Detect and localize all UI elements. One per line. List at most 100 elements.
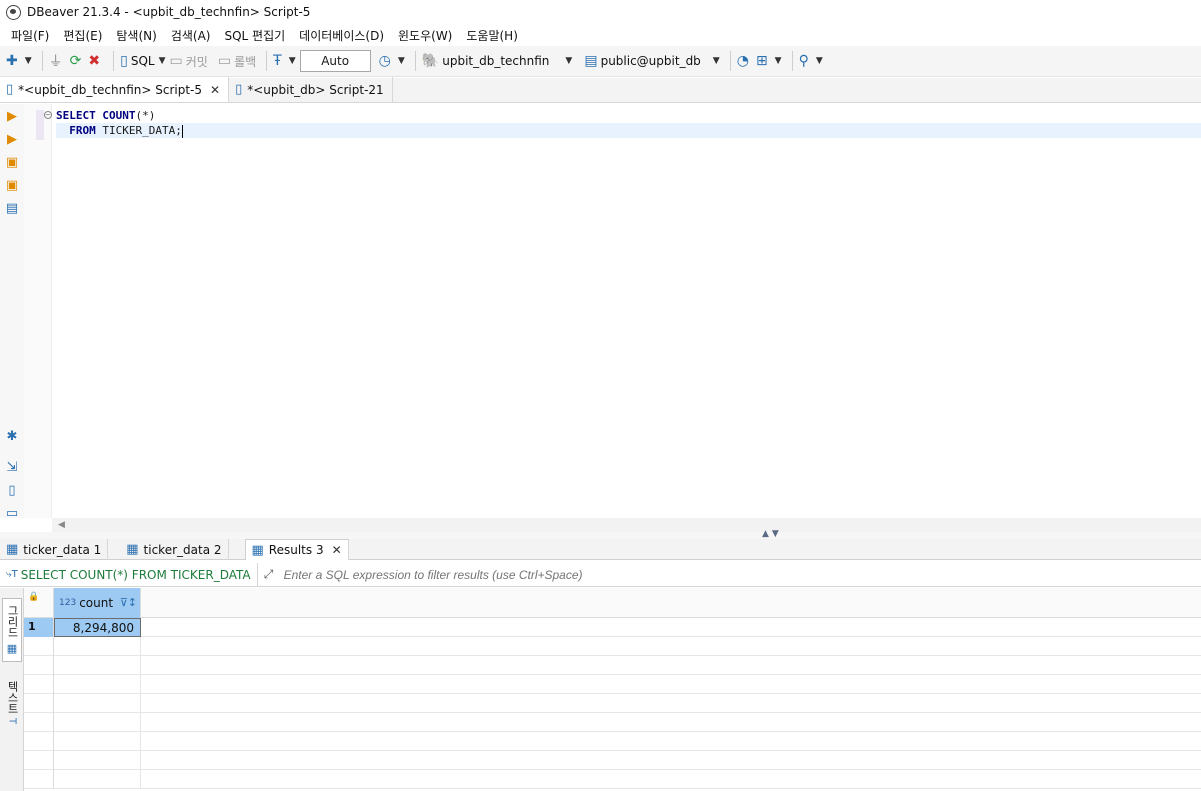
tab-results-3[interactable]: ▦ Results 3 ✕ [244,539,349,560]
menu-navigate[interactable]: 탐색(N) [109,27,163,44]
source-query[interactable]: ⤷T SELECT COUNT(*) FROM TICKER_DATA [0,562,258,587]
menu-window[interactable]: 윈도우(W) [391,27,459,44]
search-button[interactable]: ⚲ ▼ [799,49,823,73]
row-number [24,656,54,675]
main-toolbar: ✚ ▼ ⏚ ⟳ ✖ ▯ SQL ▼ ▭ 커밋 ▭ 롤백 Ŧ ▼ Auto ◷ ▼… [0,46,1201,77]
menu-database[interactable]: 데이터베이스(D) [292,27,391,44]
history-button[interactable]: ◷ ▼ [379,49,405,73]
chevron-down-icon: ▼ [158,56,166,66]
transaction-mode-field[interactable]: Auto [299,50,371,72]
grid-corner[interactable]: 🔒 [24,588,54,618]
connection-manager-button[interactable]: ⊞ ▼ [756,49,782,73]
connect-button[interactable]: ⏚ [49,49,66,73]
menu-edit[interactable]: 편집(E) [56,27,109,44]
tab-label: ticker_data 2 [143,542,222,557]
editor-tab-bar: ▯ *<upbit_db_technfin> Script-5 ✕ ▯ *<up… [0,77,1201,103]
editor-horizontal-scrollbar[interactable]: ◀ [52,518,1201,532]
keyword-count: COUNT [102,109,136,122]
empty-row [24,713,1201,732]
filter-input[interactable] [279,562,1201,587]
tab-ticker-data-1[interactable]: ▦ ticker_data 1 [0,539,109,560]
chevron-down-icon: ▼ [774,56,782,66]
close-icon[interactable]: ✕ [332,543,342,557]
menu-help[interactable]: 도움말(H) [459,27,525,44]
table-grid-icon: ▦ [6,542,19,557]
tab-script-21[interactable]: ▯ *<upbit_db> Script-21 [229,77,393,102]
disconnect-button[interactable]: ✖ [88,49,103,73]
tab-label: *<upbit_db> Script-21 [247,82,384,97]
reconnect-button[interactable]: ⟳ [70,49,85,73]
schema-selector[interactable]: ▤ public@upbit_db ▼ [584,49,719,73]
commit-button[interactable]: ▭ 커밋 [170,49,208,73]
sql-editor[interactable]: ▶ ▶ ▣ ▣ ▤ ✱ ⇲ ▯ ▭ − SELECT COUNT(*) FROM… [0,104,1201,521]
expand-filter-icon[interactable]: ⤢ [258,563,280,587]
import-icon[interactable]: ▯ [5,484,19,498]
menu-file[interactable]: 파일(F) [4,27,56,44]
empty-row [24,770,1201,789]
table-row[interactable]: 1 8,294,800 [24,618,1201,637]
commit-icon: ▭ [169,53,183,69]
tab-script-5[interactable]: ▯ *<upbit_db_technfin> Script-5 ✕ [0,77,230,102]
column-header-count[interactable]: 123 count ⊽↕ [54,588,141,618]
datasource-selector[interactable]: 🐘 upbit_db_technfin ▼ [422,49,573,73]
sql-editor-button[interactable]: ▯ SQL ▼ [120,49,165,73]
dashboard-button[interactable]: ◔ [737,49,752,73]
execute-script-new-tabs-icon[interactable]: ▣ [5,179,19,193]
transaction-mode-button[interactable]: Ŧ ▼ [273,49,295,73]
empty-row [24,751,1201,770]
search-icon: ⚲ [798,53,809,69]
empty-cell [54,637,141,656]
query-marker [36,110,44,140]
dashboard-icon: ◔ [736,53,749,69]
text-view-label: 텍스트 [6,681,19,715]
scroll-left-icon[interactable]: ◀ [58,520,65,530]
results-grid[interactable]: 🔒 123 count ⊽↕ 1 8,294,800 [24,588,1201,791]
explain-plan-icon[interactable]: ▤ [5,202,19,216]
variables-icon[interactable]: ▭ [5,507,19,521]
menu-search[interactable]: 검색(A) [164,27,218,44]
export-icon[interactable]: ⇲ [5,461,19,475]
tab-label: Results 3 [268,543,324,557]
row-number [24,694,54,713]
result-tab-bar: ▦ ticker_data 1 ▦ ticker_data 2 ▦ Result… [0,539,1201,560]
editor-action-gutter: ▶ ▶ ▣ ▣ ▤ ✱ ⇲ ▯ ▭ [0,104,24,521]
tab-grid-view[interactable]: 그리드 ▦ [2,598,22,662]
chevron-down-icon: ▼ [815,56,823,66]
keyword-from: FROM [69,124,96,137]
window-title: DBeaver 21.3.4 - <upbit_db_technfin> Scr… [27,5,311,19]
row-number[interactable]: 1 [24,618,54,637]
empty-row [24,637,1201,656]
execute-statement-icon[interactable]: ▶ [5,110,19,124]
table-grid-icon: ▦ [126,542,139,557]
chevron-down-icon: ▼ [397,56,405,66]
toolbar-separator [791,51,793,71]
code-content[interactable]: SELECT COUNT(*) FROM TICKER_DATA; [56,108,1201,138]
dbeaver-logo-icon [6,4,21,20]
execute-script-icon[interactable]: ▣ [5,156,19,170]
tab-text-view[interactable]: 텍스트 T [2,670,22,736]
sql-query-icon: ⤷T [6,569,18,580]
toolbar-separator [113,51,115,71]
tab-ticker-data-2[interactable]: ▦ ticker_data 2 [108,539,229,560]
lock-icon: 🔒 [28,592,40,602]
close-icon[interactable]: ✕ [210,83,220,97]
filter-sort-icon[interactable]: ⊽↕ [120,596,137,609]
result-filter-bar: ⤷T SELECT COUNT(*) FROM TICKER_DATA ⤢ [0,562,1201,587]
new-connection-button[interactable]: ✚ ▼ [6,49,32,73]
commit-label: 커밋 [185,54,208,69]
sql-script-icon: ▯ [120,53,128,69]
empty-cell [54,694,141,713]
settings-icon[interactable]: ✱ [5,430,19,444]
cell-count[interactable]: 8,294,800 [54,618,141,637]
execute-in-new-tab-icon[interactable]: ▶ [5,133,19,147]
fold-icon[interactable]: − [44,111,52,119]
empty-row [24,656,1201,675]
maximize-restore-icon[interactable]: ▲▼ [762,529,782,539]
rollback-button[interactable]: ▭ 롤백 [218,49,256,73]
row-number [24,770,54,789]
disconnect-icon: ✖ [88,53,101,69]
empty-cell [54,656,141,675]
code-line: SELECT COUNT(*) [56,108,1201,123]
menu-sql-editor[interactable]: SQL 편집기 [217,27,292,44]
toolbar-separator [266,51,268,71]
